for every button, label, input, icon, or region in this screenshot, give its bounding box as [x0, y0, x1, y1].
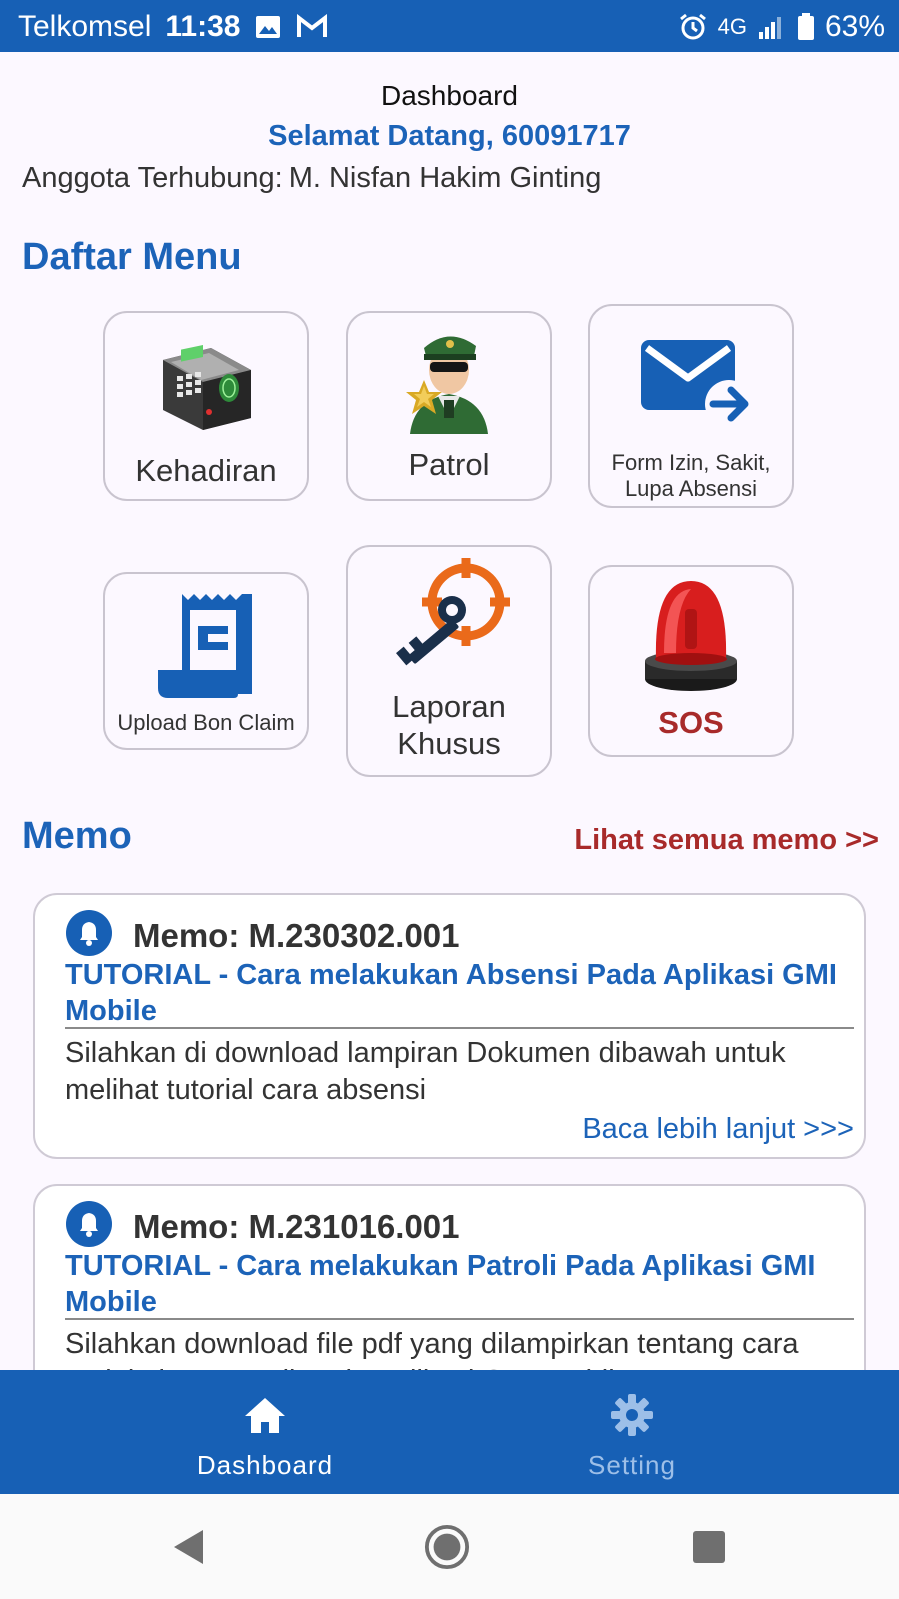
welcome-text: Selamat Datang, 60091717 — [268, 120, 631, 152]
security-officer-icon — [389, 317, 509, 437]
home-icon — [242, 1392, 288, 1438]
nav-dashboard[interactable]: Dashboard — [155, 1370, 375, 1494]
menu-laporan-khusus-label: Laporan Khusus — [392, 689, 506, 761]
nav-setting-label: Setting — [588, 1450, 676, 1480]
page-title: Dashboard — [381, 80, 518, 111]
menu-form-izin-button[interactable]: Form Izin, Sakit, Lupa Absensi — [588, 304, 794, 508]
nav-setting[interactable]: Setting — [522, 1370, 742, 1494]
menu-laporan-khusus-button[interactable]: Laporan Khusus — [346, 545, 552, 777]
menu-form-izin-label: Form Izin, Sakit, Lupa Absensi — [611, 450, 771, 501]
gear-icon — [610, 1392, 654, 1438]
key-target-icon — [384, 555, 514, 683]
menu-upload-bon-claim-button[interactable]: Upload Bon Claim — [103, 572, 309, 750]
menu-kehadiran-label: Kehadiran — [135, 453, 277, 488]
member-name: M. Nisfan Hakim Ginting — [288, 162, 602, 194]
nav-dashboard-label: Dashboard — [196, 1450, 334, 1480]
back-icon[interactable] — [165, 1524, 211, 1570]
battery-icon — [797, 13, 815, 41]
memo-title: TUTORIAL - Cara melakukan Patroli Pada A… — [65, 1250, 816, 1318]
memo-body: Silahkan di download lampiran Dokumen di… — [65, 1037, 786, 1106]
alarm-icon — [678, 12, 708, 42]
carrier-name: Telkomsel — [18, 10, 152, 43]
memo-divider — [65, 1318, 854, 1320]
bell-icon — [65, 1200, 113, 1253]
bell-icon — [65, 909, 113, 962]
clock: 11:38 — [165, 10, 241, 43]
receipt-icon — [151, 586, 261, 706]
system-navigation-bar — [0, 1494, 899, 1599]
read-more-link[interactable]: Baca lebih lanjut >>> — [582, 1113, 854, 1146]
memo-title: TUTORIAL - Cara melakukan Absensi Pada A… — [65, 959, 837, 1027]
siren-icon — [631, 573, 751, 699]
memo-number: Memo: M.230302.001 — [133, 916, 460, 954]
menu-sos-label: SOS — [658, 705, 724, 740]
recents-icon[interactable] — [686, 1524, 732, 1570]
menu-patrol-label: Patrol — [408, 447, 490, 482]
signal-icon — [757, 14, 787, 40]
menu-kehadiran-button[interactable]: Kehadiran — [103, 311, 309, 501]
memo-divider — [65, 1027, 854, 1029]
bottom-navigation: Dashboard Setting — [0, 1370, 899, 1494]
status-bar: Telkomsel 11:38 4G 63% — [0, 0, 899, 52]
menu-section-title: Daftar Menu — [22, 236, 242, 278]
menu-sos-button[interactable]: SOS — [588, 565, 794, 757]
connected-member: Anggota Terhubung: M. Nisfan Hakim Gintin… — [22, 162, 601, 195]
menu-patrol-button[interactable]: Patrol — [346, 311, 552, 501]
home-button-icon[interactable] — [424, 1524, 470, 1570]
fingerprint-terminal-icon — [146, 327, 266, 437]
battery-level: 63% — [824, 10, 885, 43]
member-label: Anggota Terhubung: — [22, 162, 283, 194]
network-type: 4G — [717, 14, 747, 39]
image-icon — [254, 14, 282, 40]
menu-upload-bon-claim-label: Upload Bon Claim — [117, 710, 295, 735]
view-all-memo-link[interactable]: Lihat semua memo >> — [574, 824, 879, 857]
memo-card[interactable]: Memo: M.230302.001 TUTORIAL - Cara melak… — [33, 893, 866, 1159]
memo-number: Memo: M.231016.001 — [133, 1207, 460, 1245]
gmail-icon — [296, 14, 328, 40]
memo-section-title: Memo — [22, 815, 132, 857]
mail-forward-icon — [631, 332, 751, 432]
